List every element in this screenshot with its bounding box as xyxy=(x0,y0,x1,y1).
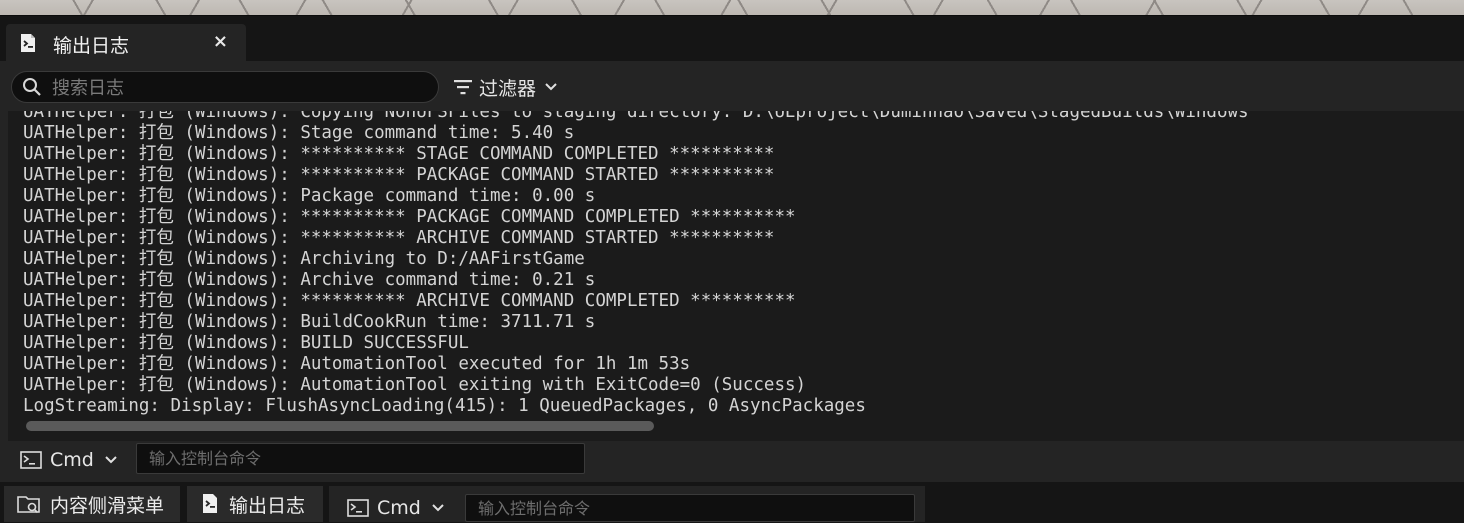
output-log-panel: 过滤器 UATHelper: 打包 (Windows): Copying Non… xyxy=(0,61,1464,482)
chevron-down-icon xyxy=(545,83,557,91)
log-line: UATHelper: 打包 (Windows): Archiving to D:… xyxy=(23,249,585,269)
content-drawer-label: 内容侧滑菜单 xyxy=(50,494,165,517)
output-log-drawer-button[interactable]: 输出日志 xyxy=(187,486,323,522)
output-log-icon xyxy=(21,34,35,52)
log-line: LogStreaming: Display: FlushAsyncLoading… xyxy=(23,396,866,416)
viewport-background xyxy=(0,0,1464,16)
content-drawer-button[interactable]: 内容侧滑菜单 xyxy=(4,486,180,522)
tab-output-log[interactable]: 输出日志 × xyxy=(6,24,246,61)
terminal-icon xyxy=(20,451,42,469)
log-line: UATHelper: 打包 (Windows): AutomationTool … xyxy=(23,354,691,374)
tab-title: 输出日志 xyxy=(53,35,130,57)
search-input[interactable] xyxy=(50,75,434,101)
cmd-label: Cmd xyxy=(377,497,421,519)
search-icon xyxy=(23,78,41,96)
log-line: UATHelper: 打包 (Windows): Package command… xyxy=(23,186,596,206)
log-line: UATHelper: 打包 (Windows): Archive command… xyxy=(23,270,596,290)
content-drawer-icon xyxy=(17,496,40,514)
log-line: UATHelper: 打包 (Windows): ********** ARCH… xyxy=(23,228,775,248)
log-toolbar: 过滤器 xyxy=(0,61,1464,111)
terminal-icon xyxy=(347,499,369,517)
output-log-icon xyxy=(203,494,217,513)
log-line: UATHelper: 打包 (Windows): ********** ARCH… xyxy=(23,291,796,311)
tab-bar: 输出日志 × xyxy=(0,16,1464,61)
log-line: UATHelper: 打包 (Windows): Stage command t… xyxy=(23,123,575,143)
output-log-drawer-label: 输出日志 xyxy=(229,494,306,517)
log-lines: UATHelper: 打包 (Windows): Copying NonUFSF… xyxy=(23,111,1249,417)
log-line: UATHelper: 打包 (Windows): AutomationTool … xyxy=(23,375,807,395)
chevron-down-icon xyxy=(105,456,117,464)
chevron-down-icon xyxy=(432,504,444,512)
console-command-row: Cmd xyxy=(0,441,1464,482)
bottom-drawer-bar: 内容侧滑菜单 输出日志 Cmd xyxy=(0,482,1464,522)
filter-icon xyxy=(454,80,472,95)
log-line: UATHelper: 打包 (Windows): ********** PACK… xyxy=(23,207,796,227)
cmd-dropdown-button[interactable]: Cmd xyxy=(20,445,118,475)
drawer-console: Cmd xyxy=(329,486,925,522)
close-icon[interactable]: × xyxy=(213,31,228,52)
log-line: UATHelper: 打包 (Windows): ********** PACK… xyxy=(23,165,775,185)
log-output-area[interactable]: UATHelper: 打包 (Windows): Copying NonUFSF… xyxy=(8,111,1464,441)
console-command-input[interactable] xyxy=(136,443,585,474)
filter-label: 过滤器 xyxy=(479,77,537,100)
drawer-console-input[interactable] xyxy=(465,494,915,522)
log-line: UATHelper: 打包 (Windows): BUILD SUCCESSFU… xyxy=(23,333,469,353)
log-line: UATHelper: 打包 (Windows): Copying NonUFSF… xyxy=(23,111,1249,122)
log-line: UATHelper: 打包 (Windows): BuildCookRun ti… xyxy=(23,312,596,332)
search-box[interactable] xyxy=(11,71,439,103)
filter-button[interactable]: 过滤器 xyxy=(453,73,558,101)
cmd-label: Cmd xyxy=(50,449,94,471)
horizontal-scrollbar[interactable] xyxy=(26,421,654,431)
cmd-dropdown-button[interactable]: Cmd xyxy=(347,493,445,523)
log-line: UATHelper: 打包 (Windows): ********** STAG… xyxy=(23,144,775,164)
